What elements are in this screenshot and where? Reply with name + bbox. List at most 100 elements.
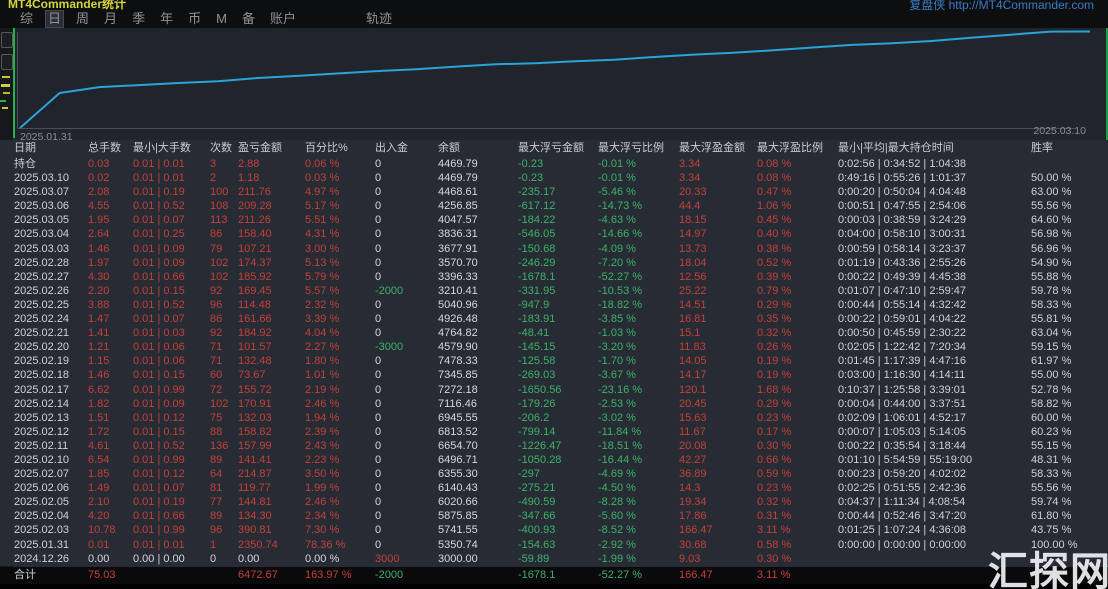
menu-item-trajectory[interactable]: 轨迹 (363, 10, 395, 28)
cell-次数: 86 (210, 228, 223, 241)
table-row[interactable]: 2025.02.17 6.62 0.01 | 0.99 72 155.72 2.19 % 0… (0, 383, 1108, 397)
menu-item-M[interactable]: M (213, 10, 230, 28)
header-最大浮亏比例[interactable]: 最大浮亏比例 (598, 140, 679, 157)
cell-总手数: 1.46 (88, 369, 110, 382)
cell-胜率: 61.97 % (1031, 355, 1072, 368)
header-最小|平均|最大持仓时间[interactable]: 最小|平均|最大持仓时间 (838, 140, 1031, 157)
table-row[interactable]: 2025.02.07 1.85 0.01 | 0.12 64 214.87 3.50 % 0… (0, 467, 1108, 481)
cell-最小|平均|最大持仓时间: 0:00:07 | 1:05:03 | 5:14:05 (838, 425, 967, 438)
cell-次数: 92 (210, 284, 223, 297)
table-row[interactable]: 2025.03.05 1.95 0.01 | 0.07 113 211.26 5.51 %… (0, 213, 1108, 227)
cell-余额: 3210.41 (438, 284, 478, 297)
header-最大浮盈金额[interactable]: 最大浮盈金额 (679, 140, 757, 157)
cell-最小|大手数: 0.01 | 0.09 (133, 256, 185, 269)
table-row[interactable]: 2025.03.03 1.46 0.01 | 0.09 79 107.21 3.00 % 0… (0, 242, 1108, 256)
menu-item-年[interactable]: 年 (157, 10, 176, 28)
cell-胜率: 55.81 % (1031, 313, 1072, 326)
table-row[interactable]: 2025.02.25 3.88 0.01 | 0.52 96 114.48 2.32 % 0… (0, 298, 1108, 312)
cell-次数: 1 (210, 538, 217, 551)
table-row[interactable]: 2025.03.07 2.08 0.01 | 0.19 100 211.76 4.97 %… (0, 185, 1108, 199)
table-row[interactable]: 持仓 0.03 0.01 | 0.01 3 2.88 0.06 % 0 4469.79 -0.2… (0, 157, 1108, 171)
table-row[interactable]: 2025.02.03 10.78 0.01 | 0.99 96 390.81 7.30 %… (0, 523, 1108, 537)
menu-item-季[interactable]: 季 (129, 10, 148, 28)
table-row[interactable]: 2025.02.14 1.82 0.01 | 0.09 102 170.91 2.46 %… (0, 397, 1108, 411)
cell-最大浮盈比例: 0.29 % (757, 298, 792, 311)
header-总手数[interactable]: 总手数 (88, 140, 133, 157)
cell-胜率 (1031, 157, 1091, 171)
table-row[interactable]: 2025.02.20 1.21 0.01 | 0.06 71 101.57 2.27 % -… (0, 340, 1108, 354)
cell-盈亏金额: 184.92 (238, 327, 272, 340)
cell-盈亏金额: 119.77 (238, 482, 271, 495)
cell-最小|平均|最大持仓时间: 0:01:25 | 1:07:24 | 4:36:08 (838, 524, 967, 537)
table-row[interactable]: 2025.02.21 1.41 0.01 | 0.03 92 184.92 4.04 % 0… (0, 326, 1108, 340)
table-row[interactable]: 2025.02.10 6.54 0.01 | 0.99 89 141.41 2.23 % 0… (0, 453, 1108, 467)
cell-最大浮亏金额: -947.9 (518, 298, 550, 311)
header-百分比%[interactable]: 百分比% (305, 140, 375, 157)
table-row[interactable]: 2025.02.05 2.10 0.01 | 0.19 77 144.81 2.46 % 0… (0, 495, 1108, 509)
cell-盈亏金额: 0.00 (238, 552, 260, 565)
cell-百分比%: 0.06 % (305, 158, 340, 170)
cell-最大浮亏金额: -347.66 (518, 510, 556, 523)
cell-余额: 4469.79 (438, 158, 478, 170)
table-row[interactable]: 2025.02.19 1.15 0.01 | 0.06 71 132.48 1.80 % 0… (0, 354, 1108, 368)
menu-item-周[interactable]: 周 (73, 10, 92, 28)
table-row[interactable]: 2025.02.26 2.20 0.01 | 0.15 92 169.45 5.57 % -… (0, 284, 1108, 298)
cell-余额: 7116.46 (438, 397, 477, 410)
vendor-link[interactable]: 复盘侠 http://MT4Commander.com (909, 0, 1094, 13)
table-row[interactable]: 2025.03.04 2.64 0.01 | 0.25 86 158.40 4.31 % 0… (0, 227, 1108, 241)
cell-最小|平均|最大持仓时间: 0:01:45 | 1:17:39 | 4:47:16 (838, 355, 967, 368)
header-日期[interactable]: 日期 (14, 140, 88, 157)
cell-最大浮亏比例: -4.50 % (598, 482, 636, 495)
menu-item-日[interactable]: 日 (45, 10, 65, 28)
cell-日期: 2025.02.27 (14, 270, 70, 283)
cell-日期: 2025.03.06 (14, 200, 70, 213)
cell-盈亏金额: 101.57 (238, 341, 272, 354)
cell-最小|平均|最大持仓时间: 0:02:25 | 0:51:55 | 2:42:36 (838, 482, 967, 495)
menu-item-备[interactable]: 备 (239, 10, 258, 28)
header-胜率[interactable]: 胜率 (1031, 140, 1091, 157)
header-最大浮盈比例[interactable]: 最大浮盈比例 (757, 140, 838, 157)
cell-最大浮亏比例: -1.03 % (598, 327, 636, 340)
cell-百分比%: 2.34 % (305, 510, 340, 523)
header-最小|大手数[interactable]: 最小|大手数 (133, 140, 210, 157)
cell-总手数: 0.02 (88, 172, 110, 185)
menu-item-账户[interactable]: 账户 (267, 10, 299, 28)
table-row[interactable]: 2025.02.18 1.46 0.01 | 0.15 60 73.67 1.01 % 0 7… (0, 368, 1108, 382)
table-row[interactable]: 2025.02.06 1.49 0.01 | 0.07 81 119.77 1.99 % 0… (0, 481, 1108, 495)
cell-总手数: 2.20 (88, 284, 110, 297)
equity-line (19, 30, 1091, 129)
table-row[interactable]: 2025.02.28 1.97 0.01 | 0.09 102 174.37 5.13 %… (0, 256, 1108, 270)
table-row[interactable]: 2025.02.12 1.72 0.01 | 0.15 88 158.82 2.39 % 0… (0, 425, 1108, 439)
cell-最大浮亏比例: -3.85 % (598, 313, 636, 326)
cell-出入金: 0 (375, 228, 382, 241)
table-row[interactable]: 2025.02.27 4.30 0.01 | 0.66 102 185.92 5.79 %… (0, 270, 1108, 284)
cell-胜率: 59.78 % (1031, 284, 1072, 297)
site-watermark: 汇探网 (988, 550, 1108, 589)
table-row[interactable]: 2025.03.06 4.55 0.01 | 0.52 108 209.28 5.17 %… (0, 199, 1108, 213)
menu-item-月[interactable]: 月 (101, 10, 120, 28)
cell-百分比%: 1.94 % (305, 411, 340, 424)
cell-次数: 113 (210, 214, 228, 227)
table-row[interactable]: 2025.02.11 4.61 0.01 | 0.52 136 157.99 2.43 %… (0, 439, 1108, 453)
header-次数[interactable]: 次数 (210, 140, 238, 157)
cell-胜率: 58.82 % (1031, 397, 1072, 410)
menu-item-币[interactable]: 币 (185, 10, 204, 28)
header-盈亏金额[interactable]: 盈亏金额 (238, 140, 305, 157)
cell-出入金: 0 (375, 327, 382, 340)
cell-最大浮盈金额: 12.56 (679, 270, 707, 283)
table-row[interactable]: 2025.02.04 4.20 0.01 | 0.66 89 134.30 2.34 % 0… (0, 509, 1108, 523)
table-row[interactable]: 2025.01.31 0.01 0.01 | 0.01 1 2350.74 78.36 %… (0, 538, 1108, 552)
table-row[interactable]: 2025.02.24 1.47 0.01 | 0.07 86 161.66 3.39 % 0… (0, 312, 1108, 326)
header-出入金[interactable]: 出入金 (375, 140, 438, 157)
cell-胜率: 56.96 % (1031, 242, 1072, 255)
cell-百分比%: 2.46 % (305, 397, 340, 410)
cell-胜率: 63.00 % (1031, 186, 1072, 199)
table-row[interactable]: 2025.03.10 0.02 0.01 | 0.01 2 1.18 0.03 % 0 446… (0, 171, 1108, 185)
header-最大浮亏金额[interactable]: 最大浮亏金额 (518, 140, 598, 157)
table-row[interactable]: 2025.02.13 1.51 0.01 | 0.12 75 132.03 1.94 % 0… (0, 411, 1108, 425)
menu-item-综[interactable]: 综 (17, 10, 36, 28)
table-row[interactable]: 2024.12.26 0.00 0.00 | 0.00 0 0.00 0.00 % 3000… (0, 552, 1108, 566)
cell-最大浮亏金额: -275.21 (518, 482, 556, 495)
header-余额[interactable]: 余额 (438, 140, 518, 157)
cell-百分比%: 1.99 % (305, 482, 340, 495)
